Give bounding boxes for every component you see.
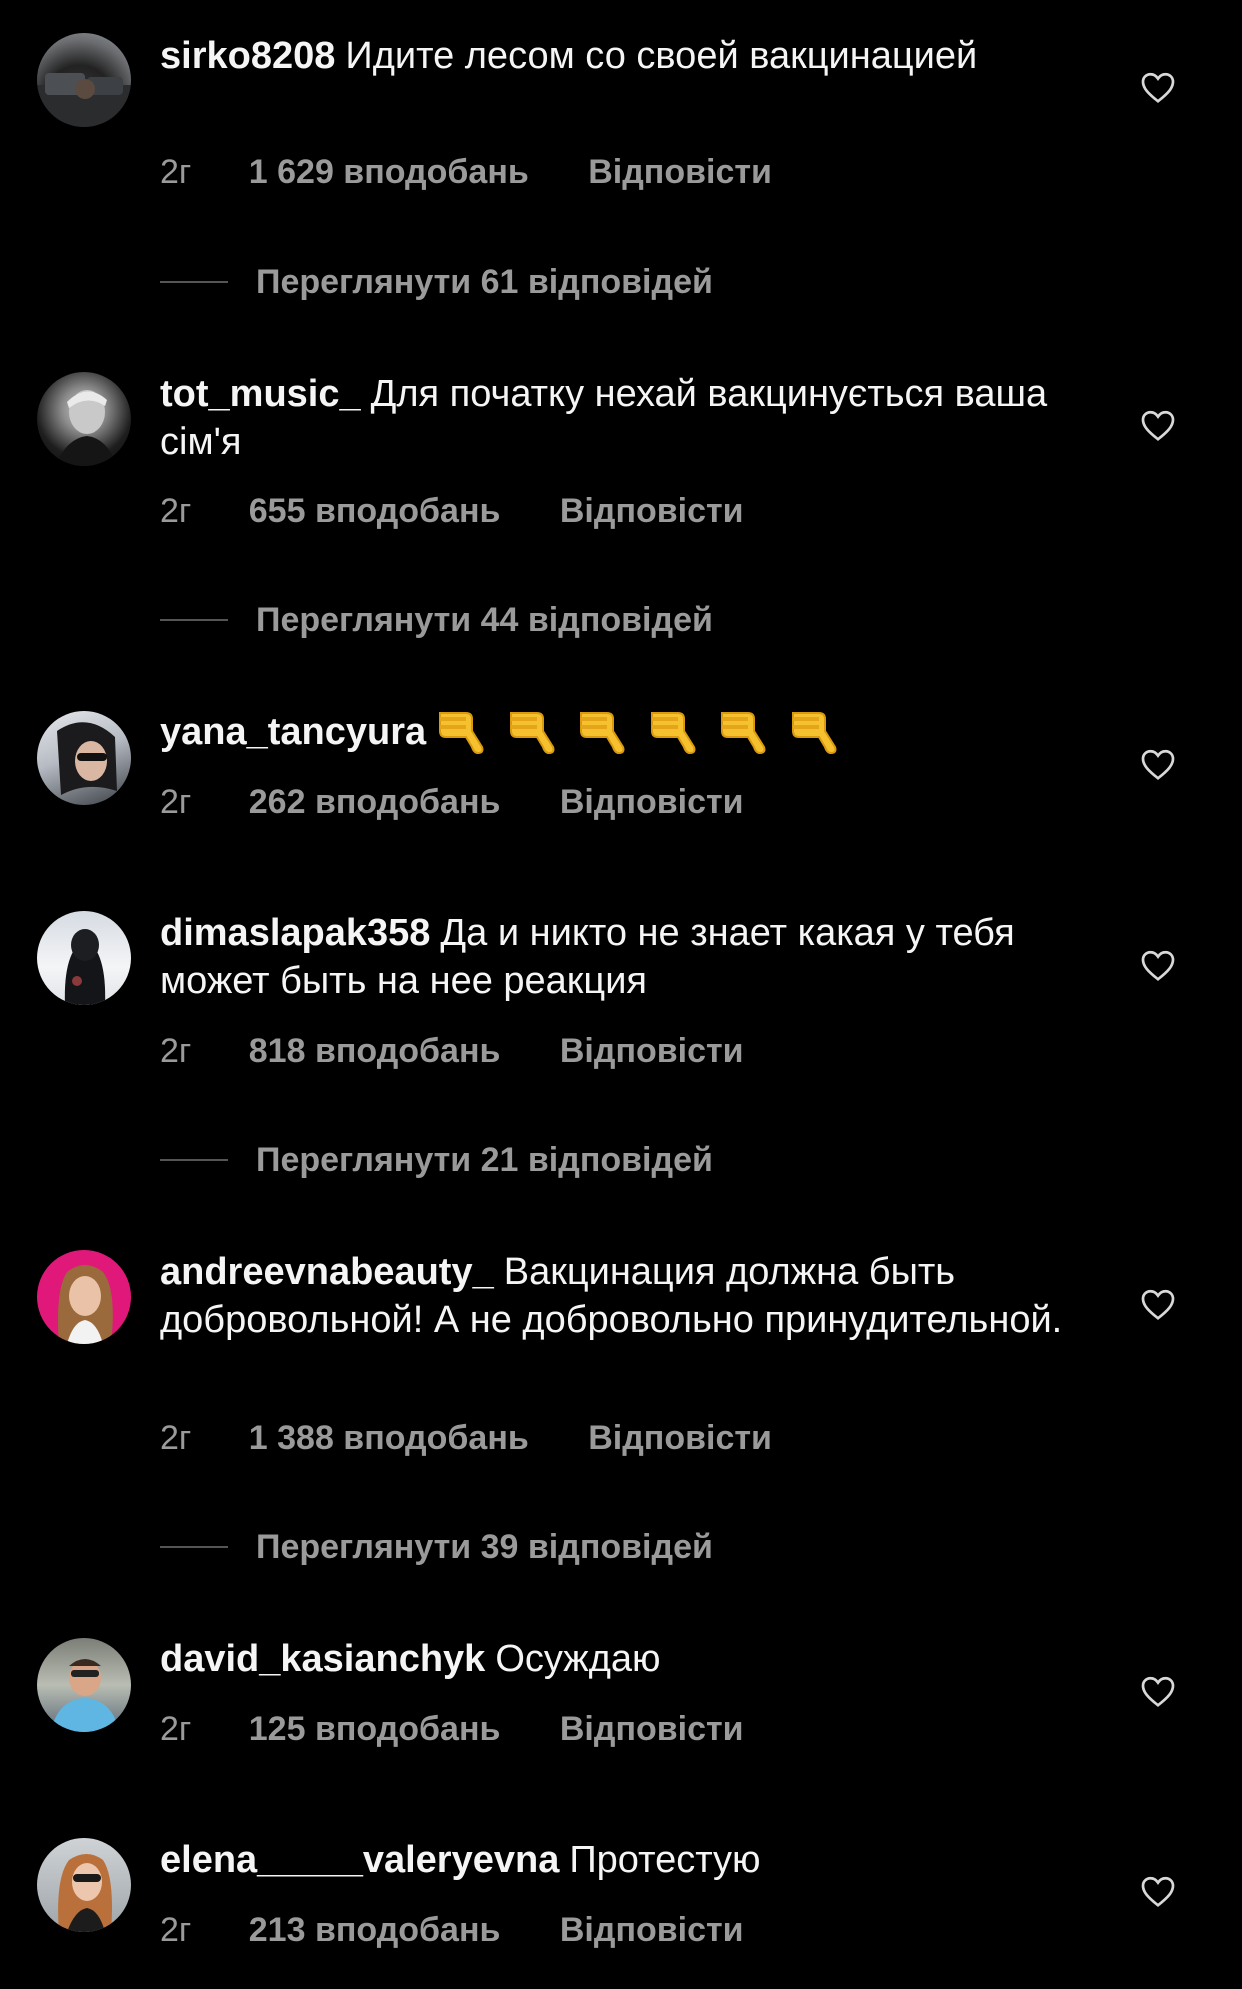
- comment-time: 2г: [160, 1032, 192, 1070]
- heart-icon[interactable]: [1140, 408, 1176, 442]
- likes-count[interactable]: 1 629 вподобань: [249, 153, 529, 191]
- divider: [160, 281, 228, 284]
- comment-time: 2г: [160, 1419, 192, 1457]
- divider: [160, 1546, 228, 1549]
- comment-username[interactable]: elena_____valeryevna: [160, 1839, 559, 1881]
- heart-icon[interactable]: [1140, 1674, 1176, 1708]
- divider: [160, 619, 228, 622]
- heart-icon[interactable]: [1140, 70, 1176, 104]
- comment-time: 2г: [160, 1710, 192, 1748]
- avatar[interactable]: [37, 1638, 131, 1732]
- divider: [160, 1159, 228, 1162]
- thumbs-down-icon: [580, 711, 625, 754]
- comment-time: 2г: [160, 783, 192, 821]
- comment-username[interactable]: david_kasianchyk: [160, 1638, 485, 1680]
- avatar[interactable]: [37, 711, 131, 805]
- view-replies-button[interactable]: Переглянути 21 відповідей: [160, 1140, 713, 1180]
- heart-icon[interactable]: [1140, 948, 1176, 982]
- view-replies-button[interactable]: Переглянути 44 відповідей: [160, 600, 713, 640]
- reply-button[interactable]: Відповісти: [588, 153, 772, 191]
- avatar[interactable]: [37, 1250, 131, 1344]
- likes-count[interactable]: 213 вподобань: [249, 1911, 501, 1949]
- avatar[interactable]: [37, 33, 131, 127]
- view-replies-button[interactable]: Переглянути 39 відповідей: [160, 1527, 713, 1567]
- avatar[interactable]: [37, 1838, 131, 1932]
- comment-username[interactable]: dimaslapak358: [160, 912, 430, 954]
- likes-count[interactable]: 1 388 вподобань: [249, 1419, 529, 1457]
- comment-text: Протестую: [569, 1839, 761, 1881]
- likes-count[interactable]: 262 вподобань: [249, 783, 501, 821]
- comment-username[interactable]: sirko8208: [160, 35, 335, 77]
- comment-text: Идите лесом со своей вакцинацией: [345, 35, 978, 77]
- comment-time: 2г: [160, 153, 192, 191]
- comment-username[interactable]: yana_tancyura: [160, 711, 426, 753]
- view-replies-label: Переглянути 21 відповідей: [256, 1141, 713, 1179]
- avatar[interactable]: [37, 372, 131, 466]
- reply-button[interactable]: Відповісти: [560, 783, 744, 821]
- likes-count[interactable]: 125 вподобань: [249, 1710, 501, 1748]
- reply-button[interactable]: Відповісти: [560, 1032, 744, 1070]
- thumbs-down-icon: [791, 711, 837, 754]
- reply-button[interactable]: Відповісти: [560, 1710, 744, 1748]
- reply-button[interactable]: Відповісти: [560, 492, 744, 530]
- comment-username[interactable]: andreevnabeauty_: [160, 1251, 494, 1293]
- view-replies-label: Переглянути 61 відповідей: [256, 263, 713, 301]
- comment-username[interactable]: tot_music_: [160, 373, 361, 415]
- likes-count[interactable]: 655 вподобань: [249, 492, 501, 530]
- view-replies-label: Переглянути 44 відповідей: [256, 601, 713, 639]
- view-replies-label: Переглянути 39 відповідей: [256, 1528, 713, 1566]
- likes-count[interactable]: 818 вподобань: [249, 1032, 501, 1070]
- heart-icon[interactable]: [1140, 747, 1176, 781]
- comment-time: 2г: [160, 492, 192, 530]
- heart-icon[interactable]: [1140, 1874, 1176, 1908]
- thumbs-down-icon: [509, 711, 555, 754]
- emoji-row: [436, 705, 849, 755]
- avatar[interactable]: [37, 911, 131, 1005]
- thumbs-down-icon: [721, 711, 766, 754]
- thumbs-down-icon: [650, 711, 696, 754]
- comment-time: 2г: [160, 1911, 192, 1949]
- comment-text: Осуждаю: [495, 1638, 661, 1680]
- reply-button[interactable]: Відповісти: [560, 1911, 744, 1949]
- heart-icon[interactable]: [1140, 1287, 1176, 1321]
- view-replies-button[interactable]: Переглянути 61 відповідей: [160, 262, 713, 302]
- thumbs-down-icon: [439, 711, 484, 754]
- reply-button[interactable]: Відповісти: [588, 1419, 772, 1457]
